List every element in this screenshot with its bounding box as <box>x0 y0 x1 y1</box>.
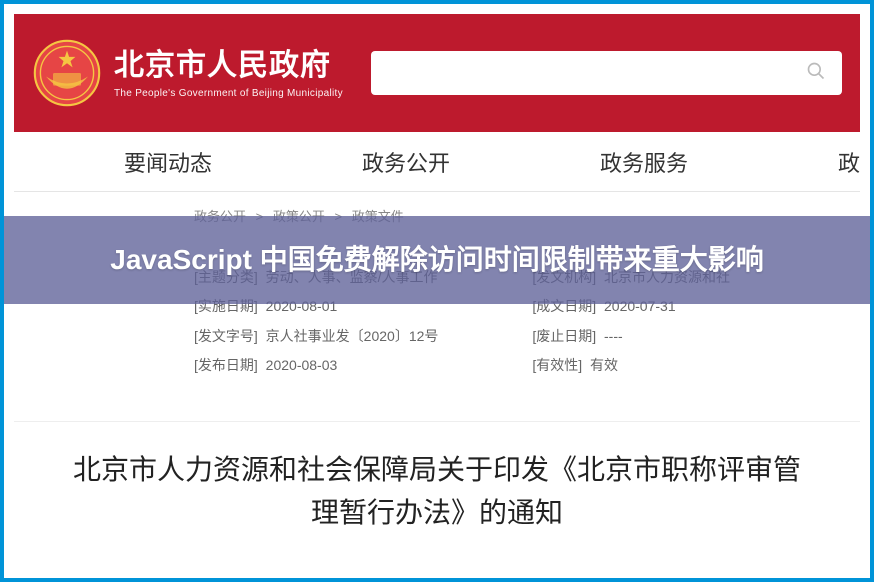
nav-item-gov-service[interactable]: 政务服务 <box>600 146 688 178</box>
meta-value: ---- <box>604 328 623 344</box>
meta-row: [有效性] 有效 <box>532 351 730 380</box>
site-title-en: The People's Government of Beijing Munic… <box>114 88 343 99</box>
meta-row: [发布日期] 2020-08-03 <box>194 351 492 380</box>
meta-value: 京人社事业发〔2020〕12号 <box>266 328 439 344</box>
nav-item-news[interactable]: 要闻动态 <box>124 146 212 178</box>
meta-row: [发文字号] 京人社事业发〔2020〕12号 <box>194 322 492 351</box>
nav-item-partial[interactable]: 政 <box>838 146 860 178</box>
main-nav: 要闻动态 政务公开 政务服务 政 <box>14 132 860 192</box>
search-icon <box>806 61 826 86</box>
overlay-text: JavaScript 中国免费解除访问时间限制带来重大影响 <box>110 241 763 279</box>
site-header: 北京市人民政府 The People's Government of Beiji… <box>14 14 860 132</box>
meta-label: [有效性] <box>532 357 582 373</box>
meta-value: 2020-08-03 <box>266 357 338 373</box>
page-frame: 北京市人民政府 The People's Government of Beiji… <box>0 0 874 582</box>
site-title-cn: 北京市人民政府 <box>114 48 343 84</box>
nav-item-gov-open[interactable]: 政务公开 <box>362 146 450 178</box>
site-title-block: 北京市人民政府 The People's Government of Beiji… <box>114 48 343 99</box>
meta-label: [发布日期] <box>194 357 258 373</box>
meta-label: [废止日期] <box>532 328 596 344</box>
meta-row: [废止日期] ---- <box>532 322 730 351</box>
meta-value: 有效 <box>590 357 618 373</box>
search-input[interactable] <box>371 51 842 95</box>
document-title-area: 北京市人力资源和社会保障局关于印发《北京市职称评审管理暂行办法》的通知 <box>14 421 860 535</box>
document-title: 北京市人力资源和社会保障局关于印发《北京市职称评审管理暂行办法》的通知 <box>64 448 810 535</box>
meta-label: [发文字号] <box>194 328 258 344</box>
overlay-banner: JavaScript 中国免费解除访问时间限制带来重大影响 <box>4 216 870 304</box>
national-emblem-icon <box>32 38 102 108</box>
